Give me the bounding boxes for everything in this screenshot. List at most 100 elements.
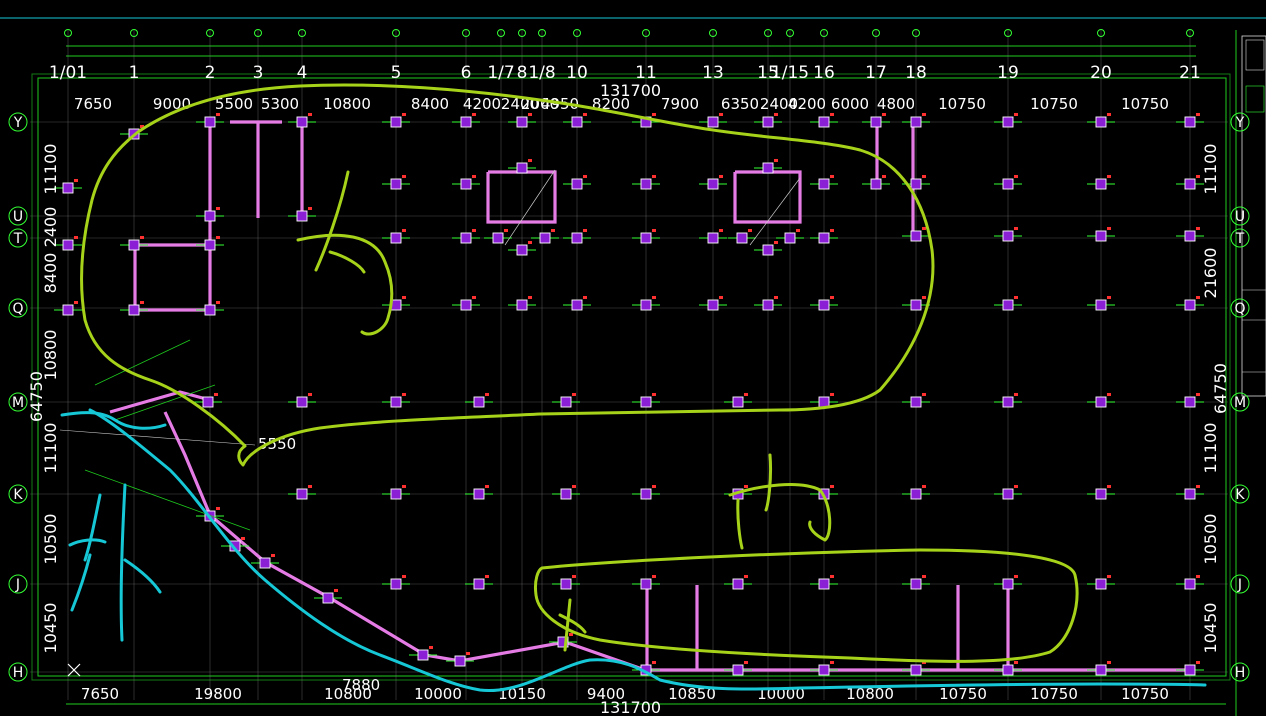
- column-tag: [1196, 296, 1200, 299]
- column-tag: [652, 175, 656, 178]
- left-span-dimension: 2400: [41, 207, 60, 248]
- column-tag: [271, 554, 275, 557]
- column-marker: [390, 578, 402, 590]
- column-tag: [1196, 227, 1200, 230]
- column-marker: [870, 116, 882, 128]
- bottom-span-dimension: 9400: [587, 685, 625, 703]
- column-tag: [74, 179, 78, 182]
- column-marker: [818, 232, 830, 244]
- column-marker: [762, 116, 774, 128]
- column-tag: [528, 159, 532, 162]
- column-tag: [572, 393, 576, 396]
- column-marker: [560, 488, 572, 500]
- column-marker: [1002, 299, 1014, 311]
- column-tag: [744, 393, 748, 396]
- column-tag: [1107, 393, 1111, 396]
- column-marker: [417, 649, 429, 661]
- column-tag: [572, 485, 576, 488]
- column-axis-label: 10: [566, 63, 588, 83]
- column-tag: [308, 113, 312, 116]
- column-marker: [910, 488, 922, 500]
- column-marker: [910, 299, 922, 311]
- column-marker: [1095, 230, 1107, 242]
- column-tag: [922, 485, 926, 488]
- column-tag: [583, 175, 587, 178]
- column-axis-label: 1/7: [487, 63, 514, 83]
- column-marker: [784, 232, 796, 244]
- row-axis-label: H: [1235, 665, 1246, 681]
- column-tag: [1107, 661, 1111, 664]
- cad-drawing-canvas[interactable]: 5550 131700 131700 7880 64750 64750 1/01…: [0, 0, 1266, 716]
- column-tag: [830, 485, 834, 488]
- column-marker: [516, 244, 528, 256]
- column-marker: [818, 178, 830, 190]
- top-span-dimension: 6000: [831, 95, 869, 113]
- column-tag: [1014, 575, 1018, 578]
- column-marker: [296, 488, 308, 500]
- column-tag: [504, 229, 508, 232]
- column-marker: [1184, 488, 1196, 500]
- column-marker: [204, 116, 216, 128]
- column-tag: [1196, 393, 1200, 396]
- column-tag: [922, 575, 926, 578]
- right-span-dimension: 10500: [1201, 514, 1220, 565]
- column-tag: [1196, 113, 1200, 116]
- column-tag: [1107, 113, 1111, 116]
- column-tag: [744, 661, 748, 664]
- column-axis-label: 11: [635, 63, 657, 83]
- column-axis-label: 20: [1090, 63, 1112, 83]
- column-marker: [640, 232, 652, 244]
- top-span-dimension: 4200: [788, 95, 826, 113]
- column-marker: [322, 592, 334, 604]
- bottom-span-dimension: 10750: [939, 685, 987, 703]
- column-tag: [308, 485, 312, 488]
- column-marker: [1002, 230, 1014, 242]
- column-tag: [1014, 393, 1018, 396]
- column-axis-label: 1: [129, 63, 140, 83]
- column-marker: [62, 304, 74, 316]
- column-axis-label: 18: [905, 63, 927, 83]
- column-tag: [719, 113, 723, 116]
- column-tag: [472, 113, 476, 116]
- column-marker: [707, 232, 719, 244]
- column-tag: [1196, 575, 1200, 578]
- column-tag: [1196, 485, 1200, 488]
- column-marker: [571, 232, 583, 244]
- column-marker: [736, 232, 748, 244]
- column-marker: [571, 299, 583, 311]
- column-tag: [922, 393, 926, 396]
- column-marker: [492, 232, 504, 244]
- column-marker: [516, 299, 528, 311]
- column-marker: [1095, 178, 1107, 190]
- top-span-dimension: 6350: [721, 95, 759, 113]
- column-marker: [516, 116, 528, 128]
- column-marker: [1002, 178, 1014, 190]
- column-marker: [1095, 578, 1107, 590]
- column-marker: [1184, 178, 1196, 190]
- column-tag: [583, 296, 587, 299]
- column-axis-label: 19: [997, 63, 1019, 83]
- column-tag: [652, 296, 656, 299]
- column-marker: [473, 396, 485, 408]
- row-axis-label: J: [1237, 577, 1242, 593]
- row-axis-label: H: [13, 665, 24, 681]
- column-marker: [390, 116, 402, 128]
- column-tag: [774, 241, 778, 244]
- column-tag: [216, 113, 220, 116]
- column-tag: [1107, 227, 1111, 230]
- column-marker: [818, 664, 830, 676]
- row-axis-label: K: [1235, 487, 1245, 503]
- column-marker: [818, 116, 830, 128]
- column-marker: [1095, 299, 1107, 311]
- column-axis-label: 1/8: [528, 63, 555, 83]
- column-marker: [460, 299, 472, 311]
- column-tag: [1107, 485, 1111, 488]
- row-axis-label: M: [1234, 395, 1246, 411]
- top-span-dimension: 4800: [877, 95, 915, 113]
- column-tag: [466, 652, 470, 655]
- column-tag: [652, 393, 656, 396]
- column-marker: [762, 162, 774, 174]
- row-axis-label: Y: [1235, 115, 1245, 131]
- column-marker: [539, 232, 551, 244]
- column-tag: [429, 646, 433, 649]
